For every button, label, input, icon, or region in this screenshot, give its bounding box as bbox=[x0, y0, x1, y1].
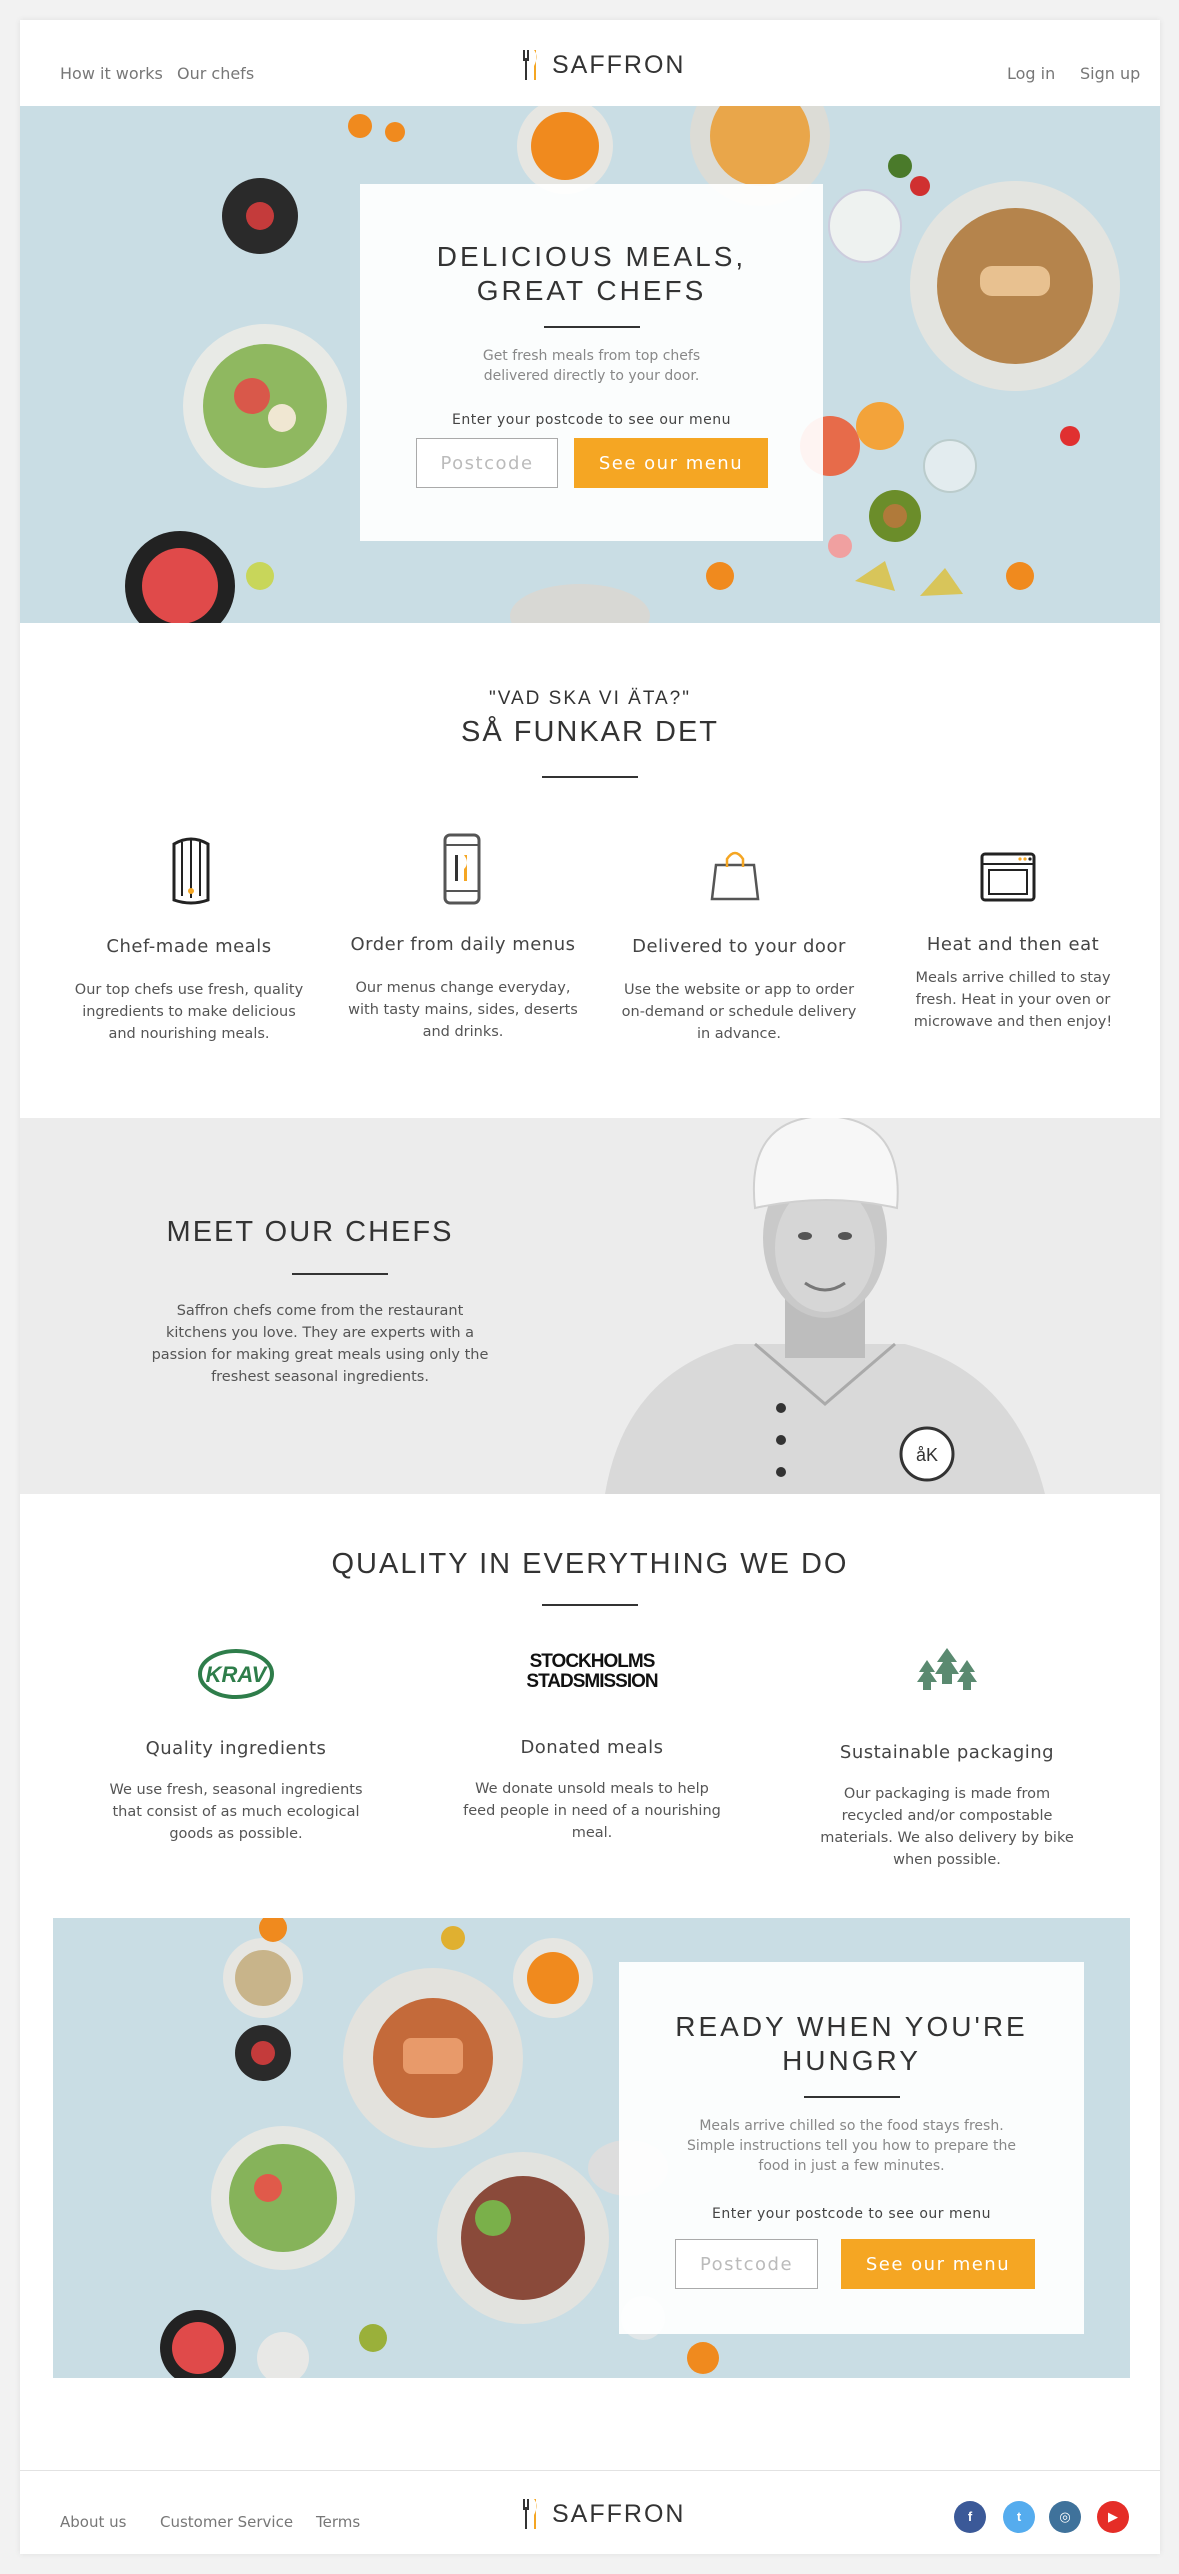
page: How it works Our chefs Log in Sign up SA… bbox=[20, 20, 1160, 2554]
hero-divider bbox=[543, 326, 640, 328]
twitter-icon[interactable]: t bbox=[1003, 2501, 1035, 2533]
footer-brand-name: SAFFRON bbox=[552, 2499, 686, 2528]
quality-item-text: We donate unsold meals to help feed peopl… bbox=[463, 1781, 721, 1841]
quality-item-text: We use fresh, seasonal ingredients that c… bbox=[109, 1782, 363, 1842]
quality-title: QUALITY IN EVERYTHING WE DO bbox=[331, 1548, 849, 1580]
step-chef-made: Chef-made meals Our top chefs use fresh,… bbox=[59, 936, 319, 1045]
footer-customer-service-link[interactable]: Customer Service bbox=[160, 2513, 293, 2531]
nav-how-it-works[interactable]: How it works bbox=[60, 64, 163, 83]
hero-title: DELICIOUS MEALS, GREAT CHEFS bbox=[360, 240, 823, 308]
cta-title: READY WHEN YOU'RE HUNGRY bbox=[675, 2011, 1028, 2076]
shopping-bag-icon bbox=[710, 851, 760, 901]
step-title: Order from daily menus bbox=[350, 934, 576, 955]
hero-title-line1: DELICIOUS MEALS, bbox=[436, 241, 747, 272]
chef-badge-text: åK bbox=[916, 1445, 938, 1465]
quality-divider bbox=[542, 1604, 638, 1606]
cta-divider bbox=[803, 2096, 900, 2098]
fork-knife-logo-icon bbox=[523, 2499, 537, 2529]
site-footer: About us Customer Service Terms SAFFRON … bbox=[20, 2470, 1160, 2554]
youtube-icon[interactable]: ▶ bbox=[1097, 2501, 1129, 2533]
fork-knife-logo-icon bbox=[523, 50, 537, 80]
quality-donated: Donated meals We donate unsold meals to … bbox=[462, 1737, 722, 1844]
chefs-title: MEET OUR CHEFS bbox=[166, 1216, 454, 1248]
hero-postcode-input[interactable] bbox=[416, 438, 558, 488]
footer-about-link[interactable]: About us bbox=[60, 2513, 126, 2531]
hero-postcode-label: Enter your postcode to see our menu bbox=[451, 412, 732, 428]
hero-subtitle-line1: Get fresh meals from top chefs bbox=[482, 348, 701, 364]
chef-portrait-image: åK bbox=[605, 1118, 1045, 1494]
cta-see-menu-button[interactable]: See our menu bbox=[841, 2239, 1035, 2289]
facebook-icon[interactable]: f bbox=[954, 2501, 986, 2533]
quality-packaging: Sustainable packaging Our packaging is m… bbox=[817, 1742, 1077, 1871]
chef-hat-icon bbox=[172, 837, 210, 905]
hero-subtitle: Get fresh meals from top chefs delivered… bbox=[360, 346, 823, 386]
brand-name: SAFFRON bbox=[552, 50, 686, 79]
quality-item-text: Our packaging is made from recycled and/o… bbox=[820, 1786, 1074, 1868]
krav-logo: KRAV bbox=[198, 1649, 274, 1699]
smartphone-icon bbox=[443, 833, 481, 905]
hero-section: DELICIOUS MEALS, GREAT CHEFS Get fresh m… bbox=[20, 106, 1160, 623]
quality-item-title: Quality ingredients bbox=[145, 1738, 327, 1759]
brand-logo[interactable]: SAFFRON bbox=[520, 48, 685, 82]
step-text: Meals arrive chilled to stay fresh. Heat … bbox=[913, 970, 1113, 1030]
step-delivered: Delivered to your door Use the website o… bbox=[609, 936, 869, 1045]
step-heat-eat: Heat and then eat Meals arrive chilled t… bbox=[883, 934, 1143, 1033]
nav-our-chefs[interactable]: Our chefs bbox=[177, 64, 254, 83]
hero-see-menu-button[interactable]: See our menu bbox=[574, 438, 768, 488]
quality-item-title: Donated meals bbox=[520, 1737, 664, 1758]
step-daily-menus: Order from daily menus Our menus change … bbox=[333, 934, 593, 1043]
step-title: Chef-made meals bbox=[106, 936, 272, 957]
cta-postcode-input[interactable] bbox=[675, 2239, 818, 2289]
cta-postcode-label: Enter your postcode to see our menu bbox=[711, 2206, 992, 2222]
step-title: Delivered to your door bbox=[632, 936, 846, 957]
how-kicker: "VAD SKA VI ÄTA?" bbox=[488, 688, 691, 709]
signup-link[interactable]: Sign up bbox=[1080, 64, 1140, 83]
svg-text:KRAV: KRAV bbox=[206, 1662, 269, 1687]
hero-card: DELICIOUS MEALS, GREAT CHEFS Get fresh m… bbox=[360, 184, 823, 541]
step-text: Our menus change everyday, with tasty mai… bbox=[348, 980, 578, 1040]
hero-title-line2: GREAT CHEFS bbox=[476, 275, 707, 306]
chefs-divider bbox=[292, 1273, 388, 1275]
footer-brand-logo[interactable]: SAFFRON bbox=[520, 2497, 685, 2531]
login-link[interactable]: Log in bbox=[1007, 64, 1055, 83]
step-text: Use the website or app to order on-demand… bbox=[621, 982, 857, 1042]
step-title: Heat and then eat bbox=[926, 934, 1100, 955]
instagram-icon[interactable]: ◎ bbox=[1049, 2501, 1081, 2533]
site-header: How it works Our chefs Log in Sign up SA… bbox=[20, 20, 1160, 106]
cta-text: Meals arrive chilled so the food stays f… bbox=[687, 2118, 1016, 2174]
chefs-section: MEET OUR CHEFS Saffron chefs come from t… bbox=[20, 1118, 1160, 1494]
trees-icon bbox=[917, 1648, 977, 1690]
footer-terms-link[interactable]: Terms bbox=[316, 2513, 360, 2531]
cta-card: READY WHEN YOU'RE HUNGRY Meals arrive chi… bbox=[619, 1962, 1084, 2334]
step-text: Our top chefs use fresh, quality ingredie… bbox=[74, 982, 304, 1042]
quality-item-title: Sustainable packaging bbox=[839, 1742, 1055, 1763]
how-divider bbox=[542, 776, 638, 778]
stadsmission-logo: STOCKHOLMS STADSMISSION bbox=[526, 1651, 658, 1692]
chefs-text: Saffron chefs come from the restaurant ki… bbox=[151, 1303, 489, 1385]
cta-banner: READY WHEN YOU'RE HUNGRY Meals arrive chi… bbox=[53, 1918, 1130, 2378]
how-title: SÅ FUNKAR DET bbox=[460, 716, 720, 748]
hero-subtitle-line2: delivered directly to your door. bbox=[483, 368, 700, 384]
quality-ingredients: Quality ingredients We use fresh, season… bbox=[106, 1738, 366, 1845]
oven-icon bbox=[980, 852, 1036, 902]
